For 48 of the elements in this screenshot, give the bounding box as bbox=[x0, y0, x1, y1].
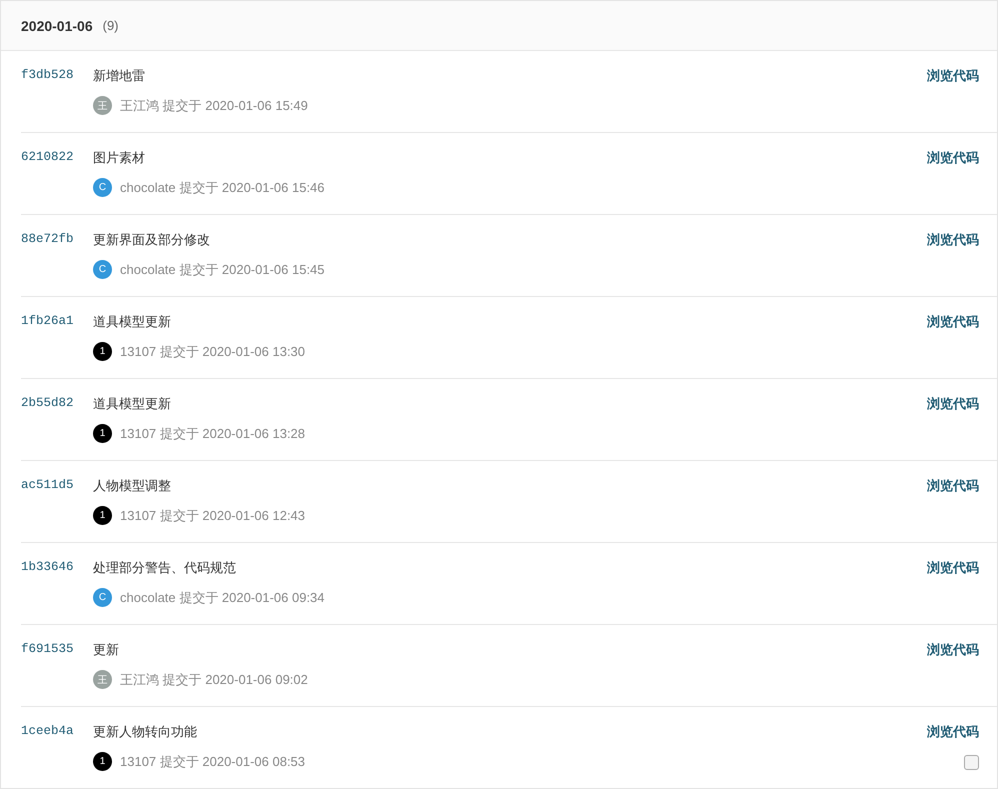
browse-code-link[interactable]: 浏览代码 bbox=[927, 395, 979, 412]
commit-info: 王江鸿 提交于 2020-01-06 09:02 bbox=[120, 670, 308, 688]
commit-info: 13107 提交于 2020-01-06 12:43 bbox=[120, 506, 306, 524]
commit-info: chocolate 提交于 2020-01-06 09:34 bbox=[120, 588, 325, 606]
browse-code-link[interactable]: 浏览代码 bbox=[927, 67, 979, 84]
avatar: 王 bbox=[93, 96, 112, 115]
avatar: C bbox=[93, 588, 112, 607]
commit-count: (9) bbox=[102, 18, 119, 33]
browse-code-link[interactable]: 浏览代码 bbox=[927, 313, 979, 330]
commit-hash-link[interactable]: f3db528 bbox=[21, 67, 93, 84]
avatar: 王 bbox=[93, 670, 112, 689]
avatar: C bbox=[93, 178, 112, 197]
commit-hash-link[interactable]: 88e72fb bbox=[21, 231, 93, 248]
commit-info: chocolate 提交于 2020-01-06 15:46 bbox=[120, 178, 325, 196]
commit-message: 新增地雷 bbox=[93, 67, 145, 84]
commit-message: 更新界面及部分修改 bbox=[93, 231, 210, 248]
commit-info: 13107 提交于 2020-01-06 08:53 bbox=[120, 752, 306, 770]
avatar: 1 bbox=[93, 342, 112, 361]
browse-code-link[interactable]: 浏览代码 bbox=[927, 149, 979, 166]
commit-message: 更新 bbox=[93, 641, 119, 658]
commit-message: 处理部分警告、代码规范 bbox=[93, 559, 236, 576]
commit-message: 图片素材 bbox=[93, 149, 145, 166]
browse-code-link[interactable]: 浏览代码 bbox=[927, 723, 979, 740]
commit-info: 13107 提交于 2020-01-06 13:28 bbox=[120, 424, 306, 442]
commit-hash-link[interactable]: 2b55d82 bbox=[21, 395, 93, 412]
group-date: 2020-01-06 bbox=[21, 18, 93, 34]
commit-hash-link[interactable]: 1b33646 bbox=[21, 559, 93, 576]
browse-code-link[interactable]: 浏览代码 bbox=[927, 231, 979, 248]
avatar: 1 bbox=[93, 752, 112, 771]
commit-info: 13107 提交于 2020-01-06 13:30 bbox=[120, 342, 306, 360]
browse-code-link[interactable]: 浏览代码 bbox=[927, 641, 979, 658]
commit-hash-link[interactable]: 6210822 bbox=[21, 149, 93, 166]
commit-hash-link[interactable]: ac511d5 bbox=[21, 477, 93, 494]
browse-code-link[interactable]: 浏览代码 bbox=[927, 477, 979, 494]
avatar: 1 bbox=[93, 506, 112, 525]
commit-message: 道具模型更新 bbox=[93, 395, 171, 412]
commit-info: 王江鸿 提交于 2020-01-06 15:49 bbox=[120, 96, 308, 114]
avatar: C bbox=[93, 260, 112, 279]
browse-code-link[interactable]: 浏览代码 bbox=[927, 559, 979, 576]
checkbox[interactable] bbox=[964, 755, 979, 770]
commit-message: 更新人物转向功能 bbox=[93, 723, 197, 740]
avatar: 1 bbox=[93, 424, 112, 443]
commit-info: chocolate 提交于 2020-01-06 15:45 bbox=[120, 260, 325, 278]
commit-message: 人物模型调整 bbox=[93, 477, 171, 494]
commit-message: 道具模型更新 bbox=[93, 313, 171, 330]
commit-hash-link[interactable]: 1fb26a1 bbox=[21, 313, 93, 330]
commit-hash-link[interactable]: 1ceeb4a bbox=[21, 723, 93, 740]
commit-hash-link[interactable]: f691535 bbox=[21, 641, 93, 658]
